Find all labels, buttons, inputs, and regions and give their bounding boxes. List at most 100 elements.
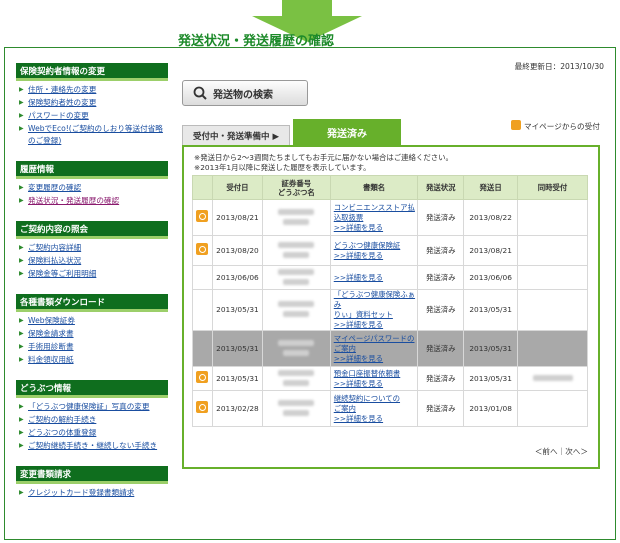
- redacted-text: [283, 349, 310, 356]
- search-button[interactable]: 発送物の検索: [182, 80, 308, 106]
- sidebar-link[interactable]: Web保険証券: [18, 315, 168, 327]
- sidebar-link[interactable]: ご契約内容詳細: [18, 242, 168, 254]
- redacted-text: [278, 339, 315, 346]
- document-link[interactable]: >>詳細を見る: [334, 354, 418, 364]
- redacted-text: [283, 409, 310, 416]
- column-header: 証券番号 どうぶつ名: [261, 175, 331, 200]
- sidebar-link[interactable]: 手術用診断書: [18, 341, 168, 353]
- simultaneous-cell: [517, 390, 588, 427]
- document-link[interactable]: コンビニエンスストア払: [334, 203, 418, 213]
- document-link[interactable]: 込取扱票: [334, 213, 418, 223]
- shipping-status: 発送済み: [417, 366, 465, 391]
- sidebar-link[interactable]: 住所・連絡先の変更: [18, 84, 168, 96]
- notes: ※発送日から2〜3週間たちましてもお手元に届かない場合はご連絡ください。 ※20…: [194, 153, 453, 173]
- policy-pet-cell: [261, 199, 331, 236]
- policy-pet-cell: [261, 330, 331, 367]
- document-link[interactable]: 継続契約についての: [334, 394, 418, 404]
- document-link[interactable]: りぃ」資料セット: [334, 310, 418, 320]
- pager[interactable]: ＜前へ｜次へ＞: [535, 446, 588, 457]
- sidebar-link[interactable]: 保険金等ご利用明細: [18, 268, 168, 280]
- document-name[interactable]: 継続契約についての ご案内 >>詳細を見る: [329, 390, 419, 427]
- sidebar-link[interactable]: パスワードの変更: [18, 110, 168, 122]
- simultaneous-cell: [517, 330, 588, 367]
- last-updated: 最終更新日：2013/10/30: [514, 62, 604, 71]
- simultaneous-cell: [517, 199, 588, 236]
- document-name[interactable]: 「どうぶつ健康保険ふぁみ りぃ」資料セット >>詳細を見る: [329, 289, 419, 331]
- sidebar-section: ご契約内容の照会ご契約内容詳細保険料払込状況保険金等ご利用明細: [16, 221, 168, 286]
- sidebar-link[interactable]: WebでEco!(ご契約のしおり等送付省略のご登録): [18, 123, 168, 147]
- simultaneous-cell: [517, 366, 588, 391]
- received-date: 2013/05/31: [211, 289, 263, 331]
- sent-date: 2013/08/21: [463, 235, 519, 266]
- sidebar-heading: 履歴情報: [16, 161, 168, 179]
- redacted-text: [283, 278, 310, 285]
- policy-pet-cell: [261, 265, 331, 290]
- sidebar-link[interactable]: 料金領収用紙: [18, 354, 168, 366]
- sidebar-link[interactable]: 保険料払込状況: [18, 255, 168, 267]
- received-date: 2013/05/31: [211, 366, 263, 391]
- note-2: ※2013年1月以降に発送した履歴を表示しています。: [194, 163, 371, 172]
- sidebar-link[interactable]: 「どうぶつ健康保険証」写真の変更: [18, 401, 168, 413]
- sidebar-link[interactable]: どうぶつの体重登録: [18, 427, 168, 439]
- mypage-icon: [196, 210, 209, 222]
- document-name[interactable]: >>詳細を見る: [329, 265, 419, 290]
- sidebar-heading: ご契約内容の照会: [16, 221, 168, 239]
- document-link[interactable]: >>詳細を見る: [334, 251, 418, 261]
- document-link[interactable]: >>詳細を見る: [334, 320, 418, 330]
- shipping-status: 発送済み: [417, 330, 465, 367]
- table-row: 2013/05/31 預金口座振替依頼書 >>詳細を見る 発送済み 2013/05/31: [192, 366, 588, 391]
- sidebar-heading: 各種書類ダウンロード: [16, 294, 168, 312]
- received-date: 2013/02/28: [211, 390, 263, 427]
- policy-pet-cell: [261, 366, 331, 391]
- sidebar-link[interactable]: 保険契約者姓の変更: [18, 97, 168, 109]
- sidebar-heading: どうぶつ情報: [16, 380, 168, 398]
- received-date: 2013/05/31: [211, 330, 263, 367]
- redacted-text: [278, 268, 315, 275]
- sidebar-section: 変更書類請求クレジットカード登録書類請求: [16, 466, 168, 505]
- sidebar-link[interactable]: 保険金請求書: [18, 328, 168, 340]
- received-date: 2013/06/06: [211, 265, 263, 290]
- redacted-text: [283, 379, 310, 386]
- search-icon: [193, 86, 207, 100]
- sent-date: 2013/05/31: [463, 289, 519, 331]
- tab-pending[interactable]: 受付中・発送準備中 ▶: [182, 125, 290, 145]
- sidebar-link[interactable]: 変更履歴の確認: [18, 182, 168, 194]
- sidebar-link[interactable]: クレジットカード登録書類請求: [18, 487, 168, 499]
- sidebar-link[interactable]: ご契約継続手続き・継続しない手続き: [18, 440, 168, 452]
- mypage-legend: マイページからの受付: [511, 120, 606, 132]
- document-name[interactable]: どうぶつ健康保険証 >>詳細を見る: [329, 235, 419, 266]
- redacted-text: [278, 208, 315, 215]
- sidebar-section: 各種書類ダウンロード Web保険証券保険金請求書手術用診断書料金領収用紙: [16, 294, 168, 372]
- redacted-text: [278, 241, 315, 248]
- tab-sent[interactable]: 発送済み: [293, 119, 401, 145]
- history-panel: ※発送日から2〜3週間たちましてもお手元に届かない場合はご連絡ください。 ※20…: [182, 145, 600, 469]
- document-name[interactable]: 預金口座振替依頼書 >>詳細を見る: [329, 366, 419, 391]
- mypage-icon: [511, 120, 521, 130]
- document-link[interactable]: >>詳細を見る: [334, 273, 418, 283]
- redacted-text: [283, 218, 310, 225]
- policy-pet-cell: [261, 235, 331, 266]
- document-link[interactable]: ご案内: [334, 344, 418, 354]
- sidebar-link[interactable]: 発送状況・発送履歴の確認: [18, 195, 168, 207]
- received-date: 2013/08/21: [211, 199, 263, 236]
- mypage-cell: [192, 199, 213, 236]
- sent-date: 2013/01/08: [463, 390, 519, 427]
- document-link[interactable]: ご案内: [334, 404, 418, 414]
- sidebar-link[interactable]: ご契約の解約手続き: [18, 414, 168, 426]
- document-name[interactable]: マイページパスワードの ご案内 >>詳細を見る: [329, 330, 419, 367]
- sidebar-section: 保険契約者情報の変更住所・連絡先の変更保険契約者姓の変更パスワードの変更Webで…: [16, 63, 168, 153]
- note-1: ※発送日から2〜3週間たちましてもお手元に届かない場合はご連絡ください。: [194, 153, 453, 162]
- column-header: 発送日: [463, 175, 519, 200]
- shipping-status: 発送済み: [417, 265, 465, 290]
- document-link[interactable]: 「どうぶつ健康保険ふぁみ: [334, 290, 418, 310]
- redacted-text: [278, 301, 315, 307]
- document-link[interactable]: >>詳細を見る: [334, 414, 418, 424]
- column-header: 書類名: [329, 175, 419, 200]
- document-name[interactable]: コンビニエンスストア払 込取扱票 >>詳細を見る: [329, 199, 419, 236]
- document-link[interactable]: >>詳細を見る: [334, 223, 418, 233]
- document-link[interactable]: 預金口座振替依頼書: [334, 369, 418, 379]
- document-link[interactable]: マイページパスワードの: [334, 334, 418, 344]
- document-link[interactable]: >>詳細を見る: [334, 379, 418, 389]
- simultaneous-cell: [517, 289, 588, 331]
- document-link[interactable]: どうぶつ健康保険証: [334, 241, 418, 251]
